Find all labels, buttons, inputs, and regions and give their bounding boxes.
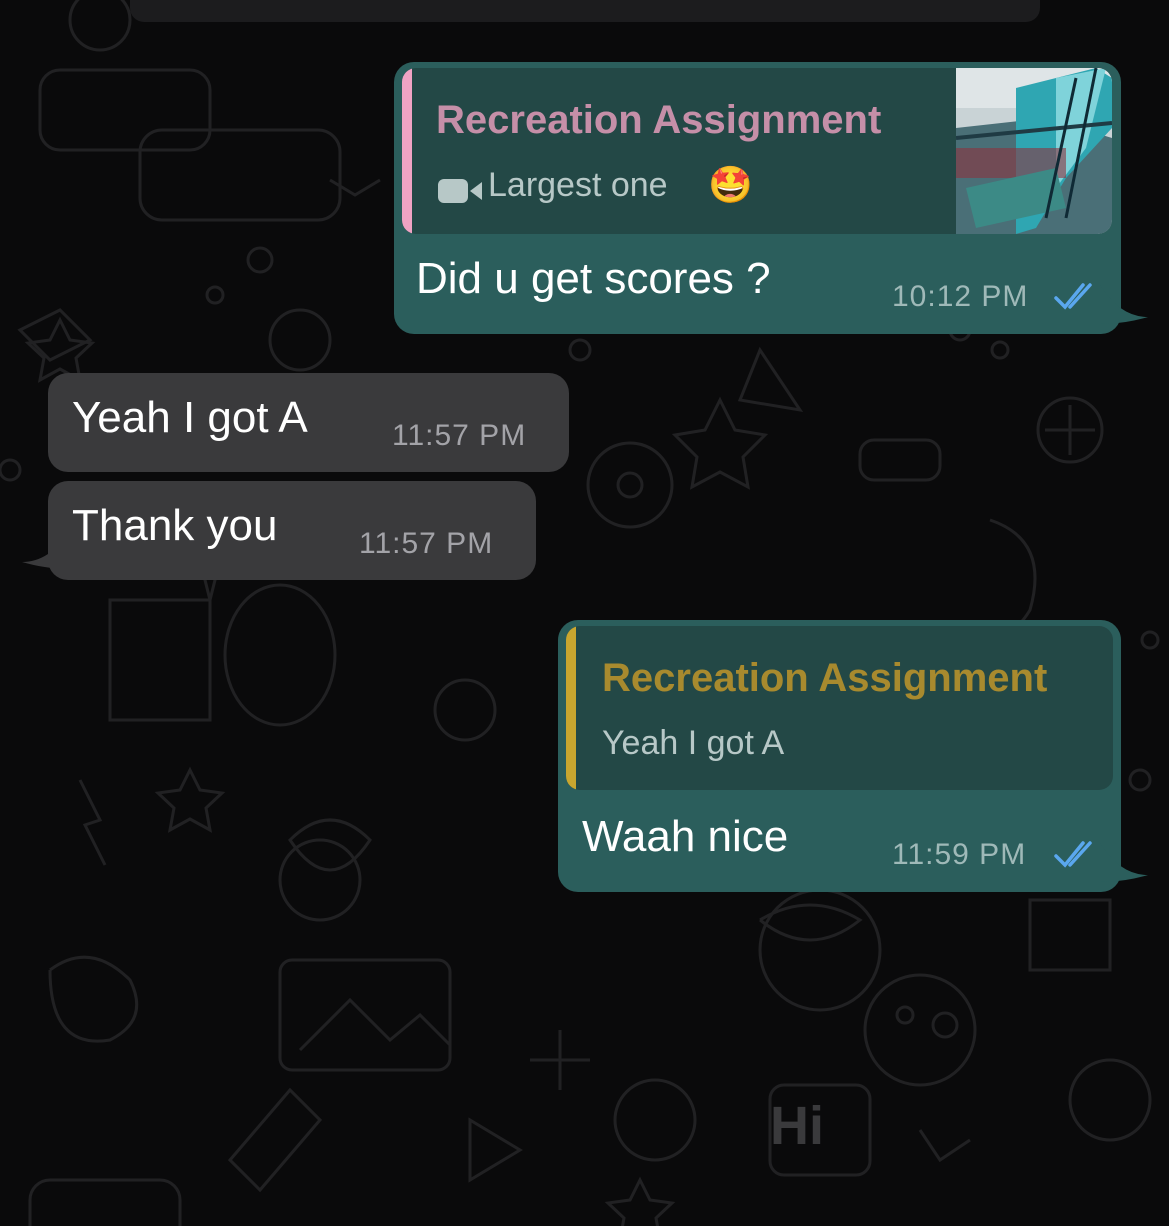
message-bubble-incoming[interactable]: Yeah I got A 11:57 PM [48,373,569,472]
message-text: Yeah I got A [72,393,308,442]
bubble-tail [1100,843,1148,882]
star-struck-emoji: 🤩 [708,164,753,205]
read-receipt-icon [1054,282,1100,312]
reply-accent-bar [402,68,412,234]
top-bar-edge [130,0,1040,22]
message-bubble-outgoing[interactable]: Recreation Assignment Yeah I got A Waah … [558,620,1121,892]
message-text: Waah nice [582,812,789,861]
message-timestamp: 11:59 PM [892,838,1027,871]
wallpaper-hi-doodle: Hi [770,1096,824,1156]
message-text: Did u get scores ? [416,254,771,303]
reply-sender-name: Recreation Assignment [602,656,1048,700]
video-thumbnail[interactable] [956,68,1112,234]
message-timestamp: 11:57 PM [359,527,494,560]
reply-preview-text: Yeah I got A [602,724,785,762]
read-receipt-icon [1054,840,1100,870]
video-camera-icon [438,176,484,206]
message-bubble-incoming[interactable]: Thank you 11:57 PM [48,481,536,580]
reply-accent-bar [566,626,576,790]
message-timestamp: 10:12 PM [892,280,1029,313]
message-bubble-outgoing[interactable]: Recreation Assignment Largest one 🤩 Did … [394,62,1121,334]
bubble-tail [1100,285,1148,324]
reply-sender-name: Recreation Assignment [436,98,882,142]
reply-preview-text: Largest one [488,166,668,204]
message-text: Thank you [72,501,278,550]
chat-view[interactable]: Hi Recreation Assignment Largest one 🤩 D… [0,0,1169,1226]
reply-preview[interactable]: Recreation Assignment Yeah I got A [566,626,1113,790]
bubble-tail [22,530,70,569]
reply-preview[interactable]: Recreation Assignment Largest one 🤩 [402,68,1112,234]
message-timestamp: 11:57 PM [392,419,527,452]
